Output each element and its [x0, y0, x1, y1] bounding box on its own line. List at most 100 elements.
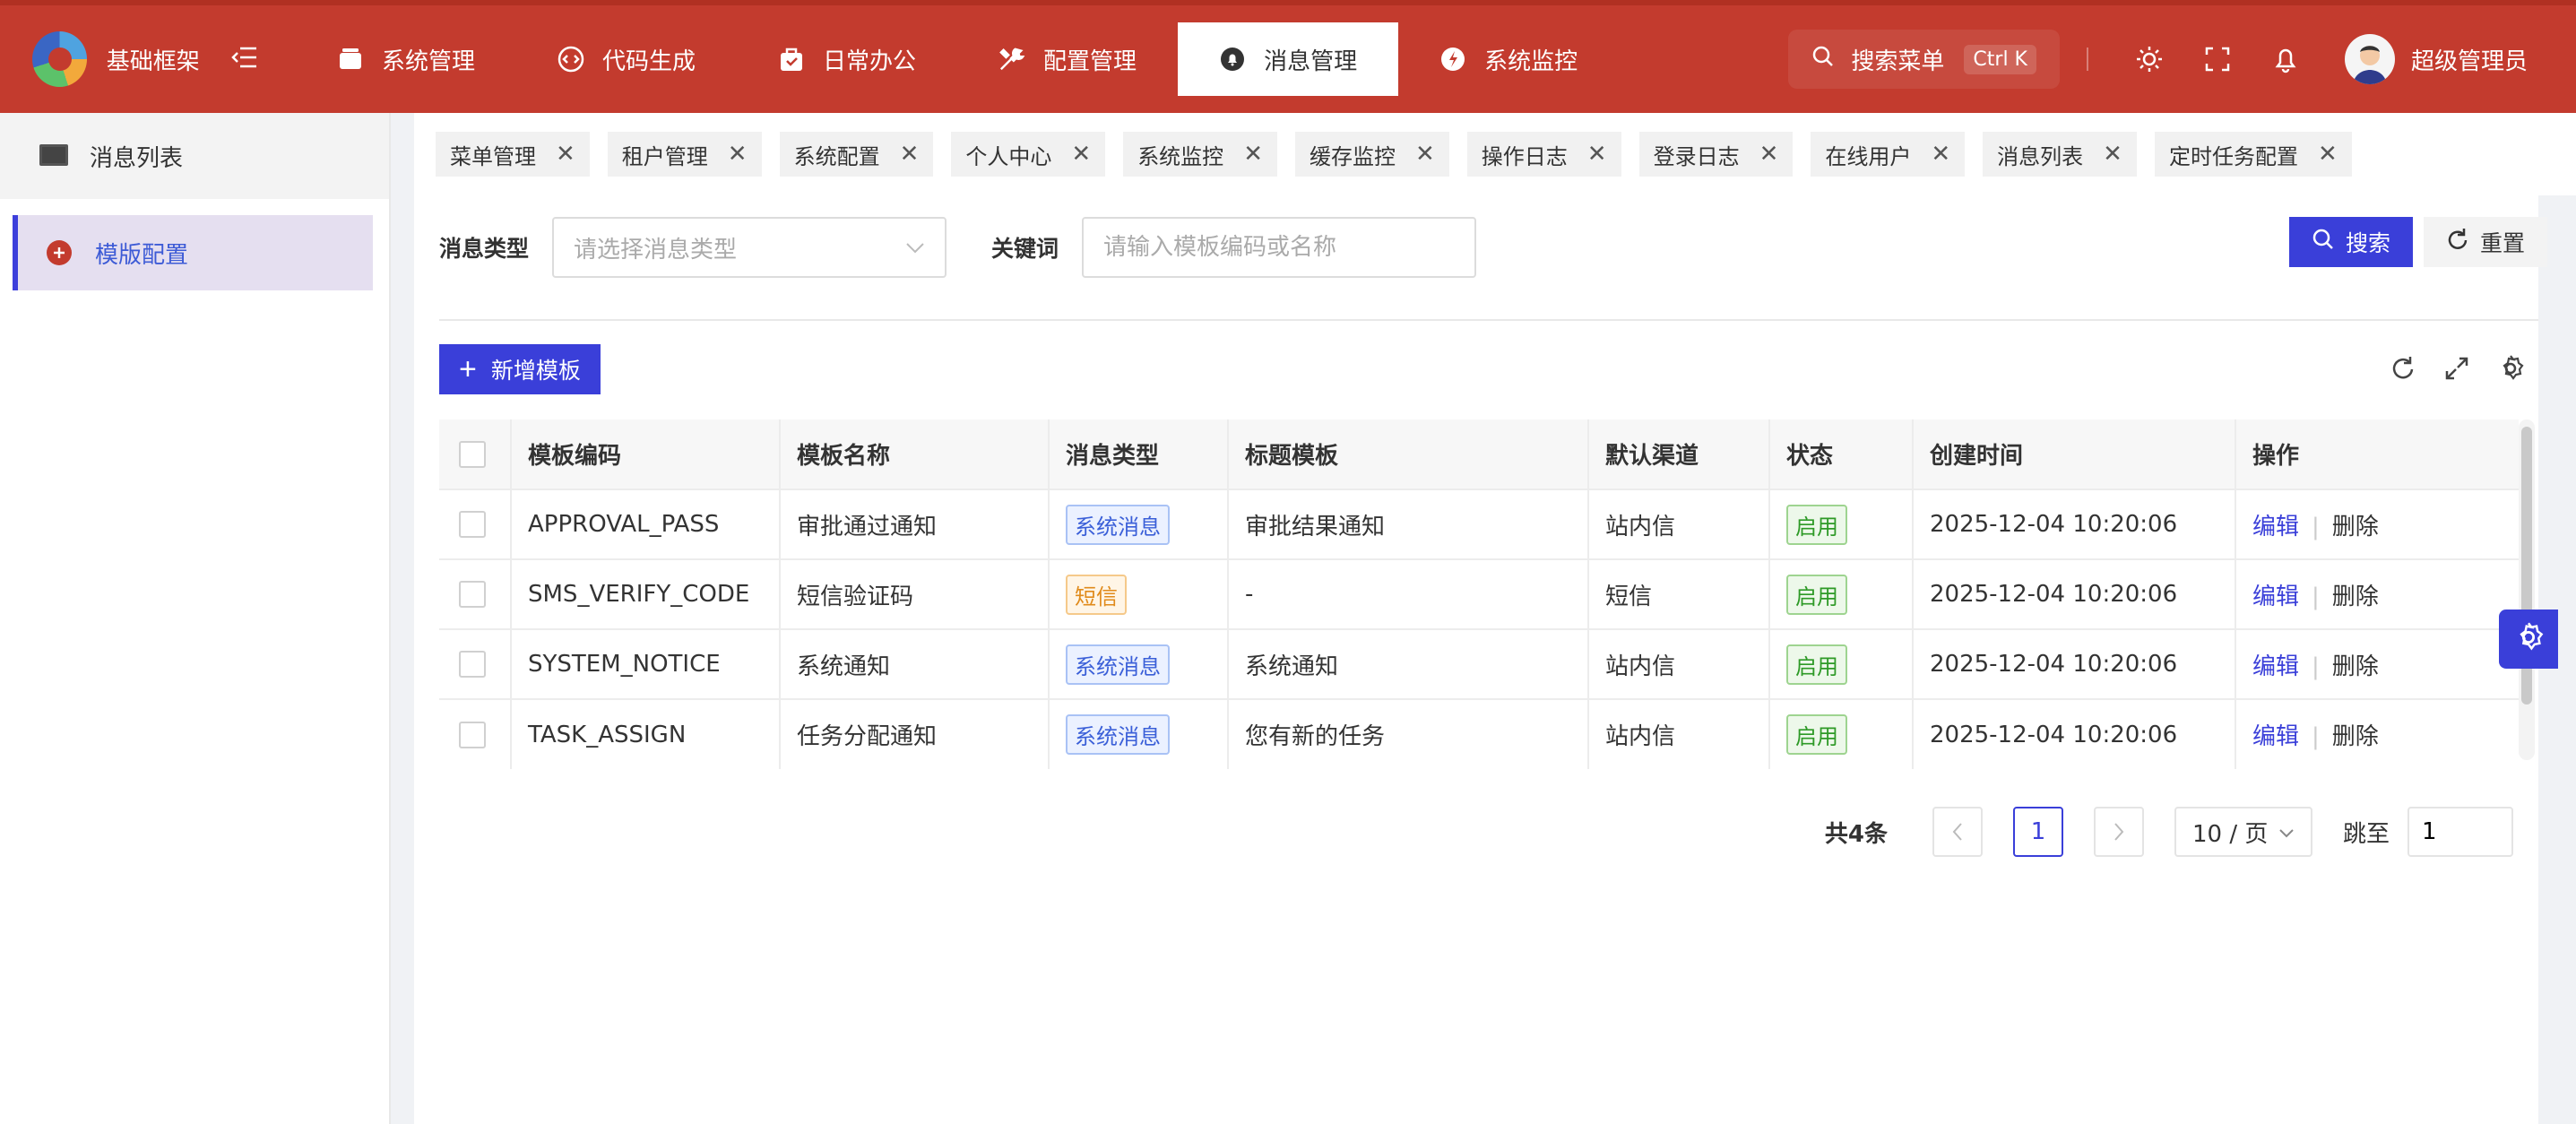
collapse-menu-icon[interactable]	[230, 41, 260, 77]
type-tag: 系统消息	[1066, 644, 1170, 685]
tab-label: 个人中心	[965, 143, 1052, 169]
tab-online-users[interactable]: 在线用户 ✕	[1811, 132, 1966, 177]
topnav-system-monitor[interactable]: 系统监控	[1398, 22, 1619, 96]
cell-title: 审批结果通知	[1228, 489, 1589, 559]
refresh-icon[interactable]	[2384, 350, 2422, 387]
column-header: 创建时间	[1913, 419, 2236, 489]
menu-search-button[interactable]: 搜索菜单 Ctrl K	[1788, 30, 2060, 89]
edit-link[interactable]: 编辑	[2252, 584, 2299, 610]
edit-link[interactable]: 编辑	[2252, 653, 2299, 680]
tab-label: 系统配置	[793, 143, 880, 169]
column-header: 模板编码	[511, 419, 781, 489]
topnav-label: 系统监控	[1484, 48, 1578, 75]
search-button-label: 搜索	[2345, 231, 2390, 256]
topnav-daily-office[interactable]: 日常办公	[737, 22, 957, 96]
delete-link[interactable]: 删除	[2332, 584, 2379, 610]
table-header-row: 模板编码 模板名称 消息类型 标题模板 默认渠道 状态 创建时间 操作	[439, 419, 2519, 489]
user-name[interactable]: 超级管理员	[2411, 43, 2528, 76]
page-number-current[interactable]: 1	[2012, 807, 2063, 857]
gear-icon[interactable]	[2492, 350, 2529, 387]
topnav-config-manage[interactable]: 配置管理	[957, 22, 1178, 96]
column-header: 模板名称	[780, 419, 1050, 489]
edit-link[interactable]: 编辑	[2252, 514, 2299, 540]
close-icon[interactable]: ✕	[1415, 141, 1435, 168]
tab-cache-monitor[interactable]: 缓存监控 ✕	[1294, 132, 1449, 177]
delete-link[interactable]: 删除	[2332, 723, 2379, 750]
message-type-select[interactable]: 请选择消息类型	[552, 217, 947, 278]
reset-button[interactable]: 重置	[2424, 217, 2547, 267]
keyword-label: 关键词	[991, 236, 1059, 262]
brand: 基础框架	[0, 31, 260, 87]
top-navigation: 系统管理 代码生成 日常办公 配置管理 消息管理 系统监控	[296, 5, 1619, 113]
page-size-value: 10 / 页	[2191, 820, 2269, 848]
cell-type: 系统消息	[1049, 489, 1229, 559]
avatar[interactable]	[2344, 34, 2395, 84]
topnav-code-gen[interactable]: 代码生成	[516, 22, 737, 96]
cell-name: 任务分配通知	[780, 698, 1050, 769]
sidebar-item-label: 消息列表	[90, 144, 184, 172]
tab-system-monitor[interactable]: 系统监控 ✕	[1123, 132, 1277, 177]
edit-link[interactable]: 编辑	[2252, 723, 2299, 750]
theme-toggle-sun-icon[interactable]	[2131, 41, 2167, 77]
topnav-label: 消息管理	[1264, 48, 1358, 75]
search-button[interactable]: 搜索	[2289, 217, 2413, 267]
tab-scheduled-task-config[interactable]: 定时任务配置 ✕	[2154, 132, 2352, 177]
close-icon[interactable]: ✕	[1587, 141, 1607, 168]
tab-personal-center[interactable]: 个人中心 ✕	[951, 132, 1106, 177]
tab-login-log[interactable]: 登录日志 ✕	[1638, 132, 1794, 177]
close-icon[interactable]: ✕	[1071, 141, 1091, 168]
tab-operation-log[interactable]: 操作日志 ✕	[1466, 132, 1621, 177]
close-icon[interactable]: ✕	[900, 141, 920, 168]
delete-link[interactable]: 删除	[2332, 514, 2379, 540]
close-icon[interactable]: ✕	[556, 141, 575, 168]
sidebar-item-template-config[interactable]: 模版配置	[13, 215, 373, 290]
close-icon[interactable]: ✕	[728, 141, 748, 168]
notification-bell-icon[interactable]	[2268, 41, 2304, 77]
prev-page-button[interactable]	[1932, 807, 1983, 857]
topnav-system-manage[interactable]: 系统管理	[296, 22, 516, 96]
tab-system-config[interactable]: 系统配置 ✕	[779, 132, 934, 177]
close-icon[interactable]: ✕	[1931, 141, 1950, 168]
close-icon[interactable]: ✕	[1759, 141, 1779, 168]
next-page-button[interactable]	[2093, 807, 2144, 857]
tab-message-list[interactable]: 消息列表 ✕	[1983, 132, 2137, 177]
tab-label: 消息列表	[1997, 143, 2084, 169]
close-icon[interactable]: ✕	[2318, 141, 2338, 168]
monitor-icon	[38, 140, 70, 172]
topnav-label: 配置管理	[1043, 48, 1137, 75]
table-scrollbar[interactable]	[2519, 419, 2535, 760]
row-checkbox[interactable]	[459, 651, 486, 679]
row-checkbox[interactable]	[459, 581, 486, 609]
close-icon[interactable]: ✕	[1243, 141, 1263, 168]
fullscreen-icon[interactable]	[2200, 41, 2235, 77]
close-icon[interactable]: ✕	[2103, 141, 2122, 168]
topnav-message-manage[interactable]: 消息管理	[1178, 22, 1399, 96]
tab-tenant-manage[interactable]: 租户管理 ✕	[607, 132, 762, 177]
cell-actions: 编辑 | 删除	[2235, 628, 2519, 699]
header-tools: 搜索菜单 Ctrl K 超级管理员	[1788, 5, 2576, 113]
column-header: 操作	[2235, 419, 2519, 489]
select-all-cell	[439, 419, 512, 489]
status-badge: 启用	[1786, 504, 1847, 545]
row-select-cell	[439, 628, 512, 699]
delete-link[interactable]: 删除	[2332, 653, 2379, 680]
expand-icon[interactable]	[2438, 350, 2476, 387]
menu-search-label: 搜索菜单	[1851, 48, 1945, 75]
tab-label: 系统监控	[1137, 143, 1224, 169]
settings-float-button[interactable]	[2499, 610, 2558, 669]
tab-label: 登录日志	[1653, 143, 1740, 169]
jump-page-input[interactable]	[2407, 807, 2513, 857]
tab-menu-manage[interactable]: 菜单管理 ✕	[436, 132, 590, 177]
select-all-checkbox[interactable]	[459, 440, 486, 468]
cell-title: 系统通知	[1228, 628, 1589, 699]
cell-code: TASK_ASSIGN	[511, 698, 781, 769]
keyword-input[interactable]	[1082, 217, 1477, 278]
cell-name: 系统通知	[780, 628, 1050, 699]
add-template-button[interactable]: + 新增模板	[439, 344, 601, 394]
row-checkbox[interactable]	[459, 511, 486, 539]
page-size-select[interactable]: 10 / 页	[2174, 807, 2312, 857]
column-header: 状态	[1769, 419, 1914, 489]
row-checkbox[interactable]	[459, 721, 486, 748]
sidebar-item-message-list[interactable]: 消息列表	[0, 113, 389, 199]
tabs-bar: 菜单管理 ✕ 租户管理 ✕ 系统配置 ✕ 个人中心 ✕ 系统监控 ✕ 缓存监控 ✕ 操作日志…	[414, 113, 2576, 195]
